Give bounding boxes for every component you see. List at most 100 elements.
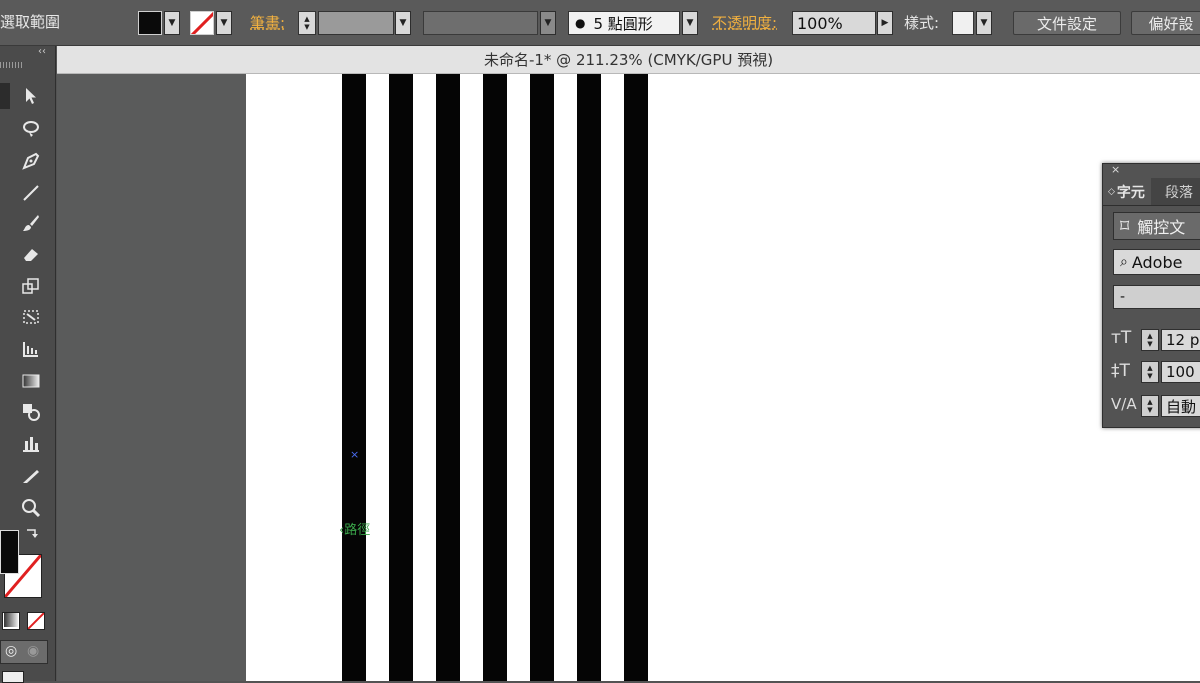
stroke-dropdown-arrow[interactable]: ▼	[216, 11, 232, 35]
font-family-field[interactable]: ⌕ Adobe	[1113, 249, 1200, 275]
zoom-tool[interactable]	[18, 495, 44, 521]
stroke-weight-field[interactable]	[318, 11, 394, 35]
swap-colors-button[interactable]	[22, 524, 42, 544]
path-hint: 路徑	[344, 523, 371, 538]
blend-tool[interactable]	[18, 399, 44, 425]
kerning-icon: V/A	[1111, 395, 1137, 413]
panel-collapse-icon[interactable]: ‹‹	[38, 46, 46, 57]
brush-definition-field[interactable]: ● 5 點圓形	[568, 11, 680, 35]
eraser-icon	[24, 249, 38, 261]
style-dropdown[interactable]: ▼	[976, 11, 992, 35]
leading-field[interactable]: 100	[1161, 361, 1200, 383]
lasso-tool[interactable]	[18, 116, 44, 142]
black-stripe[interactable]	[624, 74, 648, 681]
opacity-field[interactable]: 100%	[792, 11, 876, 35]
chevron-down-icon: ▼	[980, 18, 988, 28]
black-stripe[interactable]	[389, 74, 413, 681]
draw-behind-icon: ◉	[27, 643, 40, 659]
chevron-down-icon: ▼	[168, 18, 176, 28]
lasso-icon	[23, 121, 39, 137]
black-stripe[interactable]	[436, 74, 460, 681]
font-style-field[interactable]: -	[1113, 285, 1200, 309]
chevron-right-icon: ▶	[881, 18, 889, 28]
opacity-slider-arrow[interactable]: ▶	[877, 11, 893, 35]
kerning-stepper[interactable]: ▲ ▼	[1141, 395, 1159, 417]
document-tab[interactable]: 未命名-1* @ 211.23% (CMYK/GPU 預視)	[57, 46, 1200, 74]
selection-label: 選取範圍	[0, 13, 61, 31]
fill-dropdown-arrow[interactable]: ▼	[164, 11, 180, 35]
chevron-down-icon: ▼	[399, 18, 407, 28]
style-label: 樣式:	[904, 14, 940, 32]
free-transform-tool[interactable]	[18, 304, 44, 330]
swap-arrow-icon	[27, 529, 38, 538]
free-transform-icon	[23, 310, 39, 324]
black-stripe[interactable]	[342, 74, 366, 681]
preferences-button[interactable]: 偏好設	[1131, 11, 1200, 35]
character-panel: × ◇ 字元 段落 ⌑ 觸控文 ⌕ Adobe - ᴛT ▲ ▼ 12 p ‡T …	[1102, 163, 1200, 428]
direct-selection-tool[interactable]	[18, 83, 44, 109]
black-stripe[interactable]	[530, 74, 554, 681]
panel-grip[interactable]	[0, 62, 24, 68]
black-stripe[interactable]	[577, 74, 601, 681]
stroke-weight-dropdown[interactable]: ▼	[395, 11, 411, 35]
paintbrush-tool[interactable]	[18, 210, 44, 236]
graph-tool[interactable]	[18, 431, 44, 457]
selection-tool-active[interactable]	[0, 83, 10, 109]
variable-width-profile[interactable]	[423, 11, 538, 35]
line-segment-tool[interactable]	[18, 180, 44, 206]
search-icon: ⌕	[1120, 254, 1128, 270]
document-setup-button[interactable]: 文件設定	[1013, 11, 1121, 35]
shape-builder-tool[interactable]	[18, 336, 44, 362]
stroke-color-swatch[interactable]	[190, 11, 214, 35]
none-color-icon	[28, 613, 44, 629]
opacity-label[interactable]: 不透明度:	[712, 13, 777, 33]
paintbrush-icon	[23, 215, 39, 231]
draw-mode-button[interactable]: ◎ ◉	[0, 640, 48, 664]
tab-paragraph[interactable]: 段落	[1157, 178, 1193, 205]
slice-tool[interactable]	[18, 463, 44, 489]
anchor-point-marker: ×	[350, 448, 360, 461]
brush-dropdown[interactable]: ▼	[682, 11, 698, 35]
leading-stepper[interactable]: ▲ ▼	[1141, 361, 1159, 383]
chevron-down-icon: ▼	[544, 18, 552, 28]
panel-tabs: ◇ 字元 段落	[1103, 178, 1200, 206]
brush-dot-icon: ●	[575, 16, 586, 30]
scale-tool[interactable]	[18, 273, 44, 299]
perspective-grid-icon	[23, 342, 38, 357]
tab-character-label: 字元	[1116, 184, 1145, 201]
font-size-icon: ᴛT	[1111, 328, 1132, 348]
leading-value: 100	[1166, 363, 1195, 381]
line-icon	[23, 185, 39, 201]
document-title: 未命名-1* @ 211.23% (CMYK/GPU 預視)	[483, 51, 774, 69]
gradient-mode-button[interactable]	[4, 613, 18, 627]
close-icon[interactable]: ×	[1111, 163, 1120, 176]
fill-color-large-swatch[interactable]	[0, 530, 19, 574]
tools-panel: ‹‹ ◎ ◉	[0, 46, 56, 683]
font-size-field[interactable]: 12 p	[1161, 329, 1200, 351]
smart-guide-label: ‹路徑	[339, 519, 370, 538]
eraser-tool[interactable]	[18, 241, 44, 267]
kerning-value: 自動	[1166, 397, 1197, 416]
fill-color-swatch[interactable]	[138, 11, 162, 35]
stroke-label[interactable]: 筆畫:	[250, 13, 285, 33]
stroke-weight-stepper[interactable]: ▲ ▼	[298, 11, 316, 35]
font-style-value: -	[1120, 289, 1126, 305]
graphic-style-swatch[interactable]	[952, 11, 974, 35]
none-mode-button[interactable]	[27, 612, 45, 630]
variable-width-dropdown[interactable]: ▼	[540, 11, 556, 35]
font-size-stepper[interactable]: ▲ ▼	[1141, 329, 1159, 351]
font-size-value: 12 p	[1166, 331, 1200, 349]
tab-character[interactable]: ◇ 字元	[1103, 178, 1151, 205]
pen-tool[interactable]	[18, 148, 44, 174]
slice-knife-icon	[23, 470, 39, 483]
opacity-value: 100%	[797, 13, 843, 33]
touch-type-button[interactable]: ⌑ 觸控文	[1113, 212, 1200, 240]
black-stripe[interactable]	[483, 74, 507, 681]
brush-profile-label: 5 點圓形	[593, 14, 653, 33]
magnifier-icon	[22, 499, 41, 518]
screen-mode-button[interactable]	[2, 671, 24, 683]
control-bar: 選取範圍 ▼ ▼ 筆畫: ▲ ▼ ▼ ▼ ● 5 點圓形 ▼ 不透明度: 100%…	[0, 0, 1200, 46]
gradient-tool[interactable]	[18, 368, 44, 394]
gradient-icon	[22, 374, 40, 388]
kerning-field[interactable]: 自動	[1161, 395, 1200, 417]
